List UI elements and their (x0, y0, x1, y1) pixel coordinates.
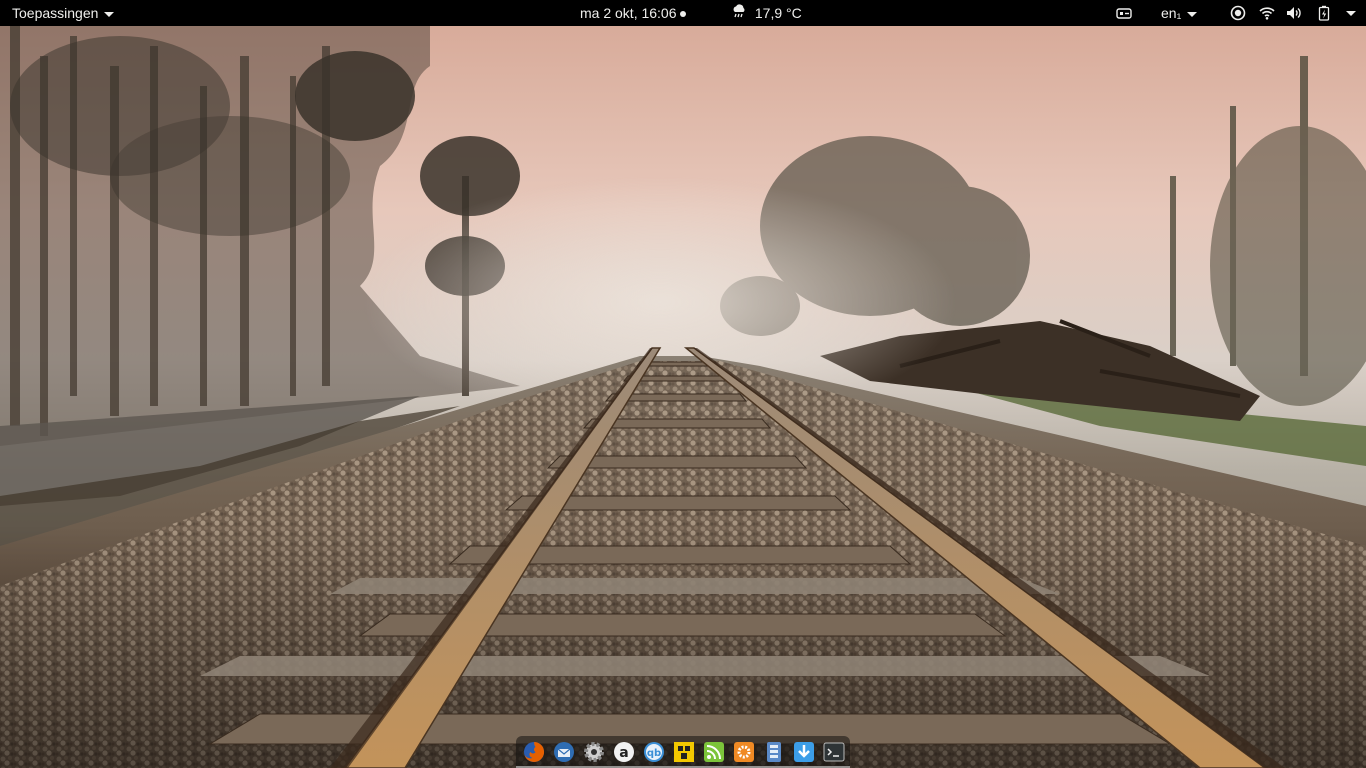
weather-label: 17,9 °C (754, 5, 802, 21)
firefox-icon[interactable] (522, 740, 546, 764)
wallpaper (0, 26, 1366, 768)
rss-reader-icon[interactable] (702, 740, 726, 764)
clock-button[interactable]: ma 2 okt, 16:06 (580, 0, 686, 26)
top-panel: Toepassingen ma 2 okt, 16:06 17,9 °C en₁ (0, 0, 1366, 26)
chevron-down-icon[interactable] (1346, 8, 1356, 18)
volume-icon[interactable] (1286, 5, 1302, 21)
dock: a qb (516, 736, 850, 768)
keyboard-layout-button[interactable]: en₁ (1161, 0, 1198, 26)
thunderbird-icon[interactable] (552, 740, 576, 764)
accessibility-icon[interactable] (1230, 5, 1246, 21)
battery-charging-icon[interactable] (1316, 5, 1332, 21)
settings-icon[interactable] (582, 740, 606, 764)
cloud-rain-icon (733, 4, 745, 18)
weather-button[interactable]: 17,9 °C (731, 0, 802, 26)
chevron-down-icon (104, 11, 115, 17)
terminal-icon[interactable] (822, 740, 846, 764)
clock-label: ma 2 okt, 16:06 (580, 5, 677, 21)
archive-manager-icon[interactable] (762, 740, 786, 764)
chevron-down-icon (1187, 11, 1198, 17)
svg-text:qb: qb (647, 748, 661, 759)
qbittorrent-icon[interactable]: qb (642, 740, 666, 764)
activities-menu[interactable]: Toepassingen (12, 0, 115, 26)
desktop (0, 26, 1366, 768)
keyboard-layout-label: en₁ (1161, 5, 1182, 21)
wifi-icon[interactable] (1259, 5, 1275, 21)
svg-text:a: a (619, 745, 628, 761)
file-sync-icon[interactable] (672, 740, 696, 764)
amazon-icon[interactable]: a (612, 740, 636, 764)
network-indicator-icon[interactable] (1116, 5, 1132, 21)
downloads-icon[interactable] (792, 740, 816, 764)
notification-dot-icon (679, 11, 686, 18)
activities-label: Toepassingen (12, 5, 99, 21)
software-icon[interactable] (732, 740, 756, 764)
